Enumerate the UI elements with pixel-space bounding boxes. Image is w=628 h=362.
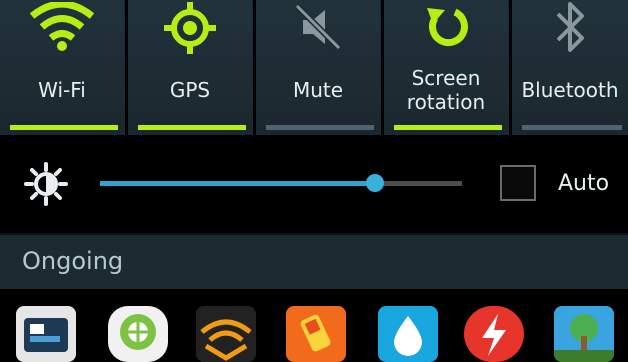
lightning-app-icon[interactable] [464, 306, 524, 362]
mute-label: Mute [292, 78, 344, 102]
wifi-icon [0, 0, 124, 58]
brightness-icon [24, 162, 68, 206]
ongoing-section-header: Ongoing [0, 233, 628, 289]
location-app-icon[interactable] [108, 306, 168, 362]
gps-label: GPS [169, 78, 211, 102]
bluetooth-icon [512, 0, 628, 58]
gps-icon [128, 0, 252, 58]
auto-brightness-checkbox[interactable] [500, 165, 536, 201]
bluetooth-status-bar [522, 125, 622, 130]
gps-toggle[interactable]: GPS [128, 0, 252, 135]
bluetooth-toggle[interactable]: Bluetooth [512, 0, 628, 135]
screen-rotation-icon [384, 0, 508, 58]
wifi-toggle[interactable]: Wi-Fi [0, 0, 124, 135]
brightness-slider[interactable] [100, 181, 462, 186]
screen-rotation-status-bar [394, 125, 502, 130]
quick-settings-panel: Wi-Fi GPS Mute Screen rotation Bluetooth [0, 0, 628, 135]
audible-app-icon[interactable] [196, 306, 256, 362]
screen-rotation-toggle[interactable]: Screen rotation [384, 0, 508, 135]
auto-brightness-label: Auto [558, 171, 610, 196]
mute-icon [256, 0, 380, 58]
mute-status-bar [266, 125, 374, 130]
bluetooth-label: Bluetooth [521, 78, 619, 102]
ongoing-title: Ongoing [22, 247, 124, 275]
screen-app-icon[interactable] [16, 306, 76, 362]
mute-toggle[interactable]: Mute [256, 0, 380, 135]
screen-rotation-label: Screen rotation [406, 66, 486, 114]
gps-status-bar [138, 125, 246, 130]
wifi-status-bar [10, 125, 118, 130]
battery-app-icon[interactable] [286, 306, 346, 362]
brightness-slider-fill [100, 181, 376, 186]
water-drop-app-icon[interactable] [378, 306, 438, 362]
brightness-slider-thumb[interactable] [366, 174, 385, 192]
wifi-label: Wi-Fi [38, 78, 86, 102]
tree-game-app-icon[interactable] [554, 306, 614, 362]
